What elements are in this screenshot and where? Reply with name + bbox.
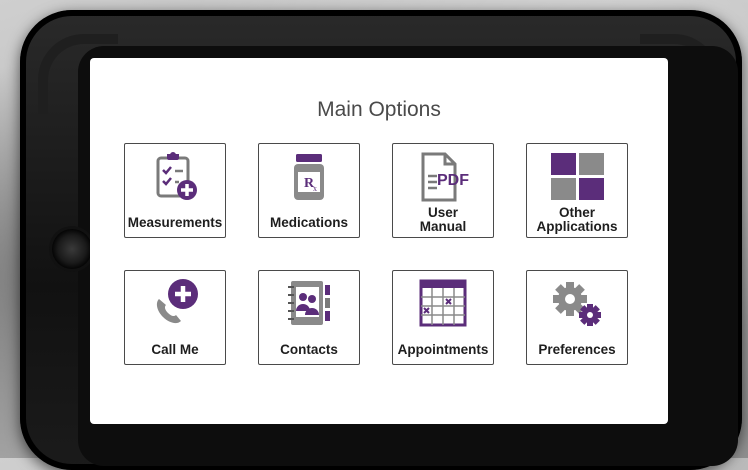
contacts-book-icon: [259, 277, 359, 331]
preferences-button[interactable]: Preferences: [526, 270, 628, 365]
camera-icon: [52, 229, 92, 269]
medications-button[interactable]: R x Medications: [258, 143, 360, 238]
svg-text:x: x: [313, 184, 317, 193]
page-title: Main Options: [317, 98, 441, 121]
tile-label-line2: Applications: [536, 219, 618, 234]
app-grid-icon: [527, 150, 627, 204]
contacts-button[interactable]: Contacts: [258, 270, 360, 365]
user-manual-button[interactable]: PDF User Manual: [392, 143, 494, 238]
tile-label-line2: Manual: [419, 219, 467, 234]
tile-label: Preferences: [538, 342, 616, 357]
phone-plus-icon: [125, 277, 225, 331]
tablet-screen: Main Options Measurements R x Medication…: [90, 58, 668, 424]
tile-label-line1: User: [427, 205, 459, 220]
tile-label: Appointments: [397, 342, 489, 357]
measurements-button[interactable]: Measurements: [124, 143, 226, 238]
svg-text:PDF: PDF: [437, 172, 469, 189]
tile-label-line1: Other: [558, 205, 595, 220]
appointments-button[interactable]: Appointments: [392, 270, 494, 365]
gears-icon: [527, 277, 627, 331]
calendar-icon: [393, 277, 493, 331]
tile-label: Call Me: [151, 342, 199, 357]
tile-label: Measurements: [127, 215, 223, 230]
rx-bottle-icon: R x: [259, 150, 359, 204]
tile-label: Contacts: [280, 342, 338, 357]
pdf-document-icon: PDF: [393, 150, 493, 204]
call-me-button[interactable]: Call Me: [124, 270, 226, 365]
clipboard-checklist-plus-icon: [125, 150, 225, 204]
other-applications-button[interactable]: Other Applications: [526, 143, 628, 238]
tile-label: Medications: [269, 215, 348, 230]
